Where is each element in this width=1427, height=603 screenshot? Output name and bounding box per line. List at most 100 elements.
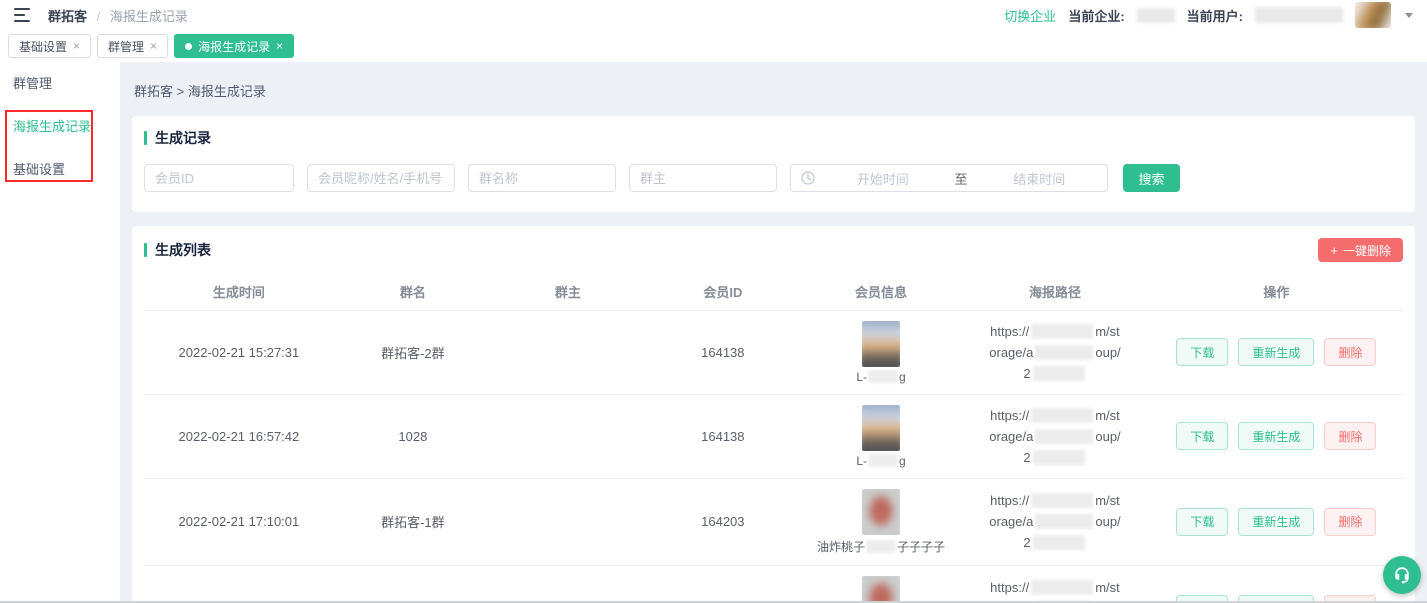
search-panel-title-text: 生成记录 — [155, 128, 211, 148]
search-panel-title: 生成记录 — [144, 128, 1403, 148]
group-name-input[interactable] — [468, 164, 616, 192]
cell-actions: 下载 重新生成 删除 — [1150, 310, 1403, 394]
regenerate-button[interactable]: 重新生成 — [1238, 508, 1314, 536]
poster-url: https://m/st orage/aoup/ 2 — [964, 577, 1146, 603]
cell-member-id: 164138 — [644, 394, 802, 478]
cell-member-id: 164203 — [644, 478, 802, 565]
download-button[interactable]: 下载 — [1176, 338, 1228, 366]
list-panel-title-text: 生成列表 — [155, 240, 211, 260]
cell-member-info: 油炸桃子子子子子 — [802, 478, 960, 565]
cell-group-name: 群拓客-2群 — [334, 310, 492, 394]
cell-poster-path: https://m/st orage/aoup/ 2 — [960, 310, 1150, 394]
poster-url: https://m/st orage/aoup/ 2 — [964, 490, 1146, 553]
cell-actions: 下载 重新生成 删除 — [1150, 478, 1403, 565]
date-range-picker[interactable]: 开始时间 至 结束时间 — [790, 164, 1108, 192]
search-button[interactable]: 搜索 — [1123, 164, 1180, 192]
table-header-row: 生成时间群名群主会员ID会员信息海报路径操作 — [144, 274, 1403, 310]
poster-url: https://m/st orage/aoup/ 2 — [964, 405, 1146, 468]
cell-poster-path: https://m/st orage/aoup/ 2 — [960, 394, 1150, 478]
table-row: 2022-02-21 16:57:42 1028 164138 L-g http… — [144, 394, 1403, 478]
headset-icon — [1391, 564, 1413, 586]
cell-group-owner — [492, 310, 644, 394]
cell-member-info: 油炸桃子子子子子 — [802, 565, 960, 603]
cell-group-name: 群拓客-1群 — [334, 478, 492, 565]
censored-text — [1031, 324, 1093, 339]
tab-2[interactable]: 群管理 × — [97, 34, 168, 58]
close-icon[interactable]: × — [150, 40, 157, 52]
topbar: 群拓客 / 海报生成记录 切换企业 当前企业: 当前用户: — [0, 0, 1427, 30]
censored-text — [1031, 493, 1093, 508]
member-avatar — [862, 576, 900, 603]
member-avatar — [862, 405, 900, 451]
active-dot-icon — [185, 43, 192, 50]
close-icon[interactable]: × — [276, 40, 283, 52]
download-button[interactable]: 下载 — [1176, 508, 1228, 536]
sidebar-item-3[interactable]: 基础设置 — [0, 148, 120, 191]
date-end-placeholder[interactable]: 结束时间 — [972, 169, 1108, 188]
column-header: 会员ID — [644, 274, 802, 310]
switch-company-link[interactable]: 切换企业 — [1004, 6, 1056, 25]
censored-text — [866, 540, 896, 553]
cell-actions: 下载 重新生成 删除 — [1150, 394, 1403, 478]
delete-button[interactable]: 删除 — [1324, 338, 1376, 366]
delete-button[interactable]: 删除 — [1324, 508, 1376, 536]
close-icon[interactable]: × — [73, 40, 80, 52]
censored-text — [1035, 345, 1093, 360]
tab-label: 群管理 — [108, 38, 144, 55]
collapse-menu-icon[interactable] — [14, 8, 32, 22]
section-accent-bar — [144, 131, 147, 145]
censored-company-name — [1137, 8, 1175, 23]
date-range-separator: 至 — [951, 169, 972, 188]
tab-3[interactable]: 海报生成记录× — [174, 34, 294, 58]
cell-member-id: 164138 — [644, 310, 802, 394]
censored-text — [868, 370, 898, 383]
date-start-placeholder[interactable]: 开始时间 — [815, 169, 951, 188]
column-header: 群主 — [492, 274, 644, 310]
cell-poster-path: https://m/st orage/aoup/ 2 — [960, 565, 1150, 603]
censored-text — [1033, 366, 1085, 381]
cell-generation-time: 2022-02-21 15:27:31 — [144, 310, 334, 394]
member-avatar — [862, 489, 900, 535]
cell-generation-time: 2022-02-21 16:57:42 — [144, 394, 334, 478]
breadcrumb-separator: / — [97, 9, 101, 24]
breadcrumb-root[interactable]: 群拓客 — [48, 9, 87, 24]
page-breadcrumb: 群拓客 > 海报生成记录 — [134, 81, 1415, 100]
sidebar-item-1[interactable]: 群管理 — [0, 62, 120, 105]
bulk-delete-button[interactable]: + 一键删除 — [1318, 238, 1403, 262]
bulk-delete-label: 一键删除 — [1343, 242, 1391, 259]
main-content: 群拓客 > 海报生成记录 生成记录 开始时间 至 结束时间 — [120, 62, 1427, 603]
current-user-label: 当前用户: — [1187, 6, 1243, 25]
member-avatar — [862, 321, 900, 367]
member-id-input[interactable] — [144, 164, 294, 192]
censored-text — [1033, 535, 1085, 550]
cell-actions: 下载 重新生成 删除 — [1150, 565, 1403, 603]
cell-group-name: 群拓客-3群 — [334, 565, 492, 603]
tab-label: 基础设置 — [19, 38, 67, 55]
cell-generation-time: 2022-02-21 17:10:01 — [144, 478, 334, 565]
group-owner-input[interactable] — [629, 164, 777, 192]
current-company-label: 当前企业: — [1068, 6, 1124, 25]
chevron-down-icon[interactable] — [1405, 13, 1413, 18]
cell-group-owner — [492, 565, 644, 603]
censored-text — [868, 454, 898, 467]
open-tabs-bar: 基础设置×群管理×海报生成记录× — [0, 30, 1427, 62]
list-panel-title: 生成列表 — [144, 240, 211, 260]
breadcrumb-current: 海报生成记录 — [110, 9, 188, 24]
generation-table: 生成时间群名群主会员ID会员信息海报路径操作 2022-02-21 15:27:… — [144, 274, 1403, 603]
user-avatar[interactable] — [1355, 2, 1391, 28]
censored-text — [1035, 514, 1093, 529]
table-row: 2022-02-21 17:10:56 群拓客-3群 164203 油炸桃子子子… — [144, 565, 1403, 603]
column-header: 操作 — [1150, 274, 1403, 310]
censored-text — [1033, 450, 1085, 465]
regenerate-button[interactable]: 重新生成 — [1238, 422, 1314, 450]
download-button[interactable]: 下载 — [1176, 422, 1228, 450]
poster-url: https://m/st orage/aoup/ 2 — [964, 321, 1146, 384]
sidebar-item-2[interactable]: 海报生成记录 — [0, 105, 120, 148]
delete-button[interactable]: 删除 — [1324, 422, 1376, 450]
customer-service-button[interactable] — [1383, 556, 1421, 594]
tab-1[interactable]: 基础设置 × — [8, 34, 91, 58]
member-name-input[interactable] — [307, 164, 455, 192]
regenerate-button[interactable]: 重新生成 — [1238, 338, 1314, 366]
cell-member-info: L-g — [802, 310, 960, 394]
member-name: 油炸桃子子子子子 — [817, 538, 945, 555]
